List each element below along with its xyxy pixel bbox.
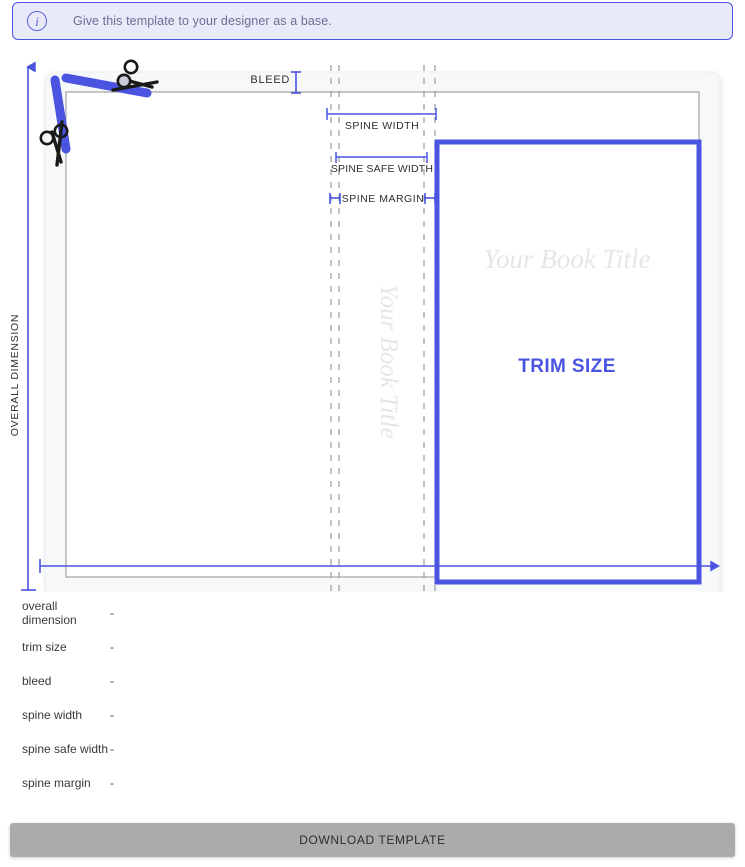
book-cover-template-diagram: Your Book Title TRIM SIZE Your Book Titl…: [0, 52, 745, 592]
info-banner-message: Give this template to your designer as a…: [73, 14, 332, 28]
spine-margin-label: SPINE MARGIN: [342, 193, 424, 205]
spec-value: -: [110, 674, 114, 688]
cover-title-placeholder: Your Book Title: [483, 244, 650, 274]
spec-row: bleed -: [0, 664, 745, 698]
spec-label: overall dimension: [22, 599, 77, 627]
spec-row: overall dimension -: [0, 596, 745, 630]
info-circle-icon: i: [27, 11, 47, 31]
spec-value: -: [110, 742, 114, 756]
info-banner: i Give this template to your designer as…: [12, 2, 733, 40]
spec-row: spine safe width -: [0, 732, 745, 766]
spec-value: -: [110, 640, 114, 654]
spec-label: spine safe width: [22, 742, 109, 756]
spec-row: spine margin -: [0, 766, 745, 800]
download-template-button[interactable]: DOWNLOAD TEMPLATE: [10, 823, 735, 857]
spine-safe-width-label: SPINE SAFE WIDTH: [331, 163, 433, 175]
bleed-label: BLEED: [250, 74, 290, 86]
specifications-list: overall dimension - trim size - bleed - …: [0, 596, 745, 800]
spec-label: bleed: [22, 674, 52, 688]
overall-dimension-label: OVERALL DIMENSION: [9, 314, 21, 436]
spine-title-placeholder: Your Book Title: [375, 284, 402, 439]
spec-label: spine margin: [22, 776, 91, 790]
spec-value: -: [110, 708, 114, 722]
spec-label: spine width: [22, 708, 83, 722]
spine-width-label: SPINE WIDTH: [345, 120, 419, 132]
trim-size-label: TRIM SIZE: [518, 356, 616, 377]
spec-label: trim size: [22, 640, 67, 654]
spec-value: -: [110, 606, 114, 620]
spec-row: trim size -: [0, 630, 745, 664]
spec-row: spine width -: [0, 698, 745, 732]
spec-value: -: [110, 776, 114, 790]
